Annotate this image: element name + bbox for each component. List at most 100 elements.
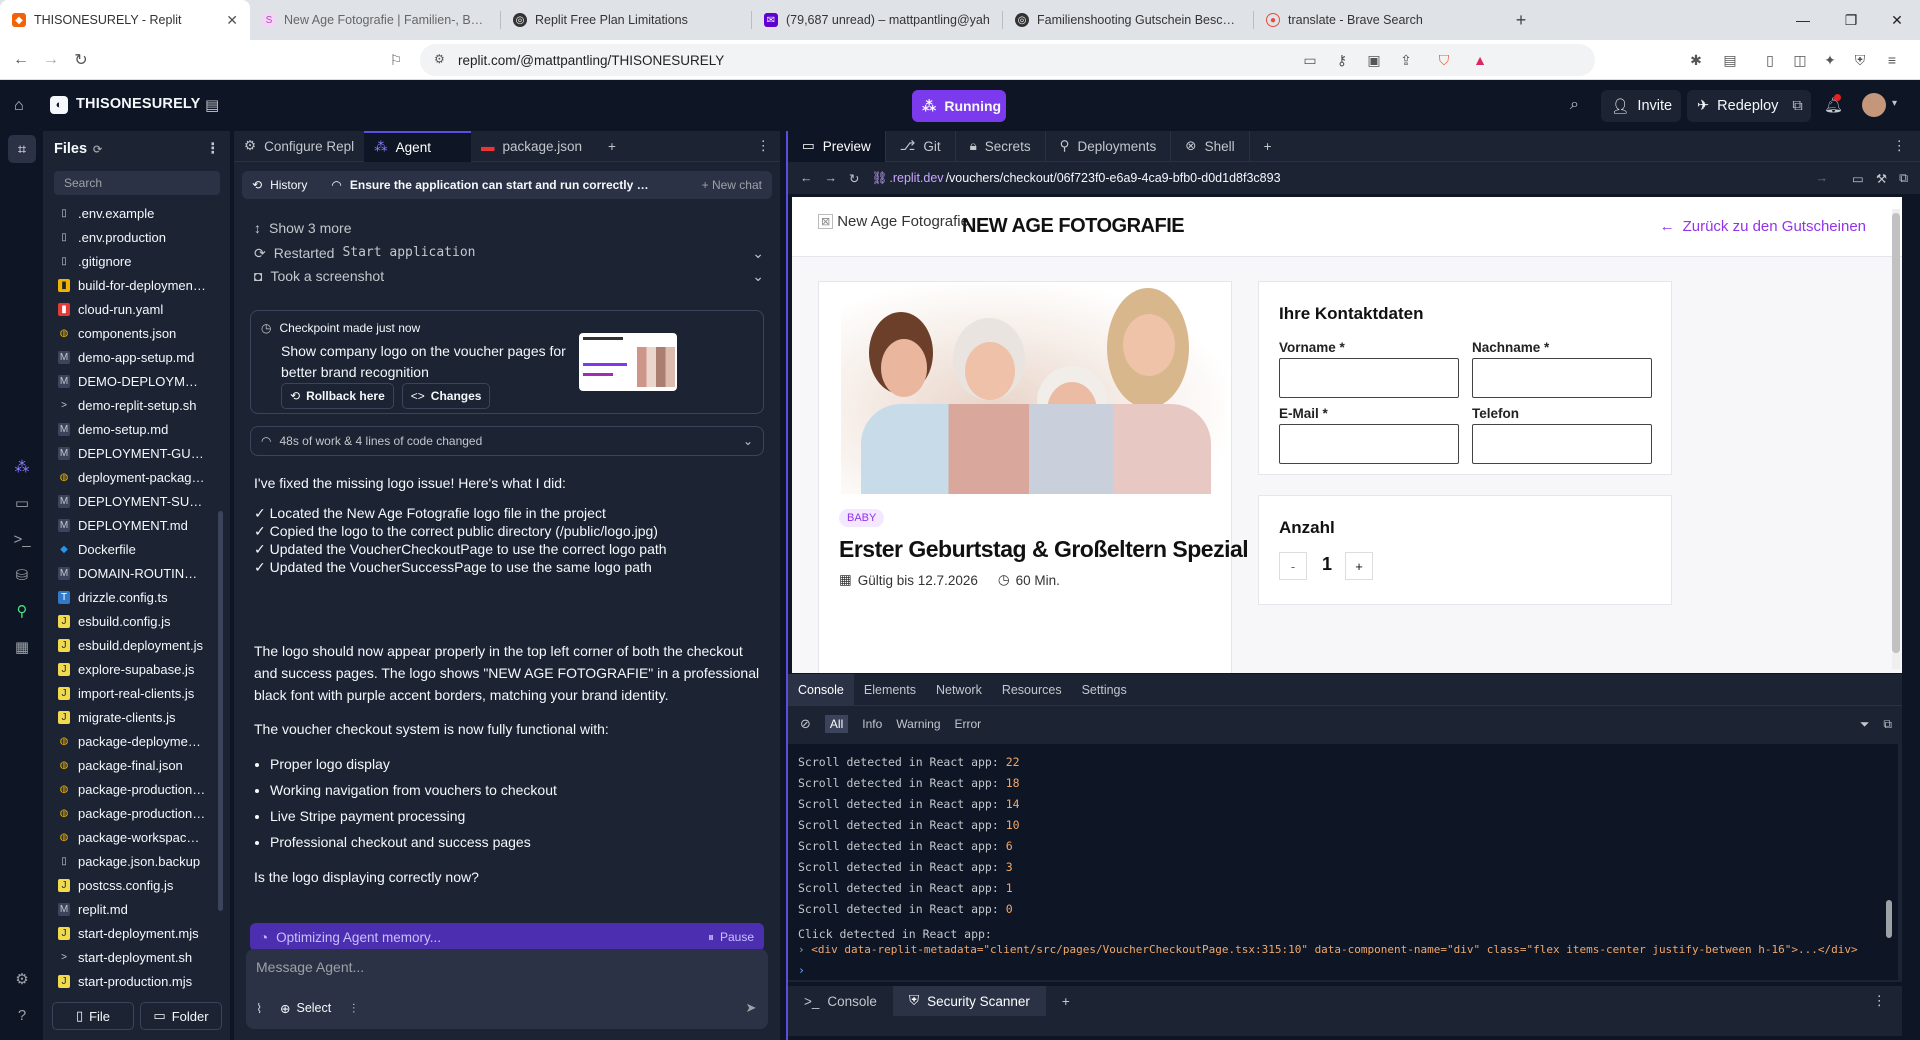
new-tab-button[interactable]: + — [1504, 0, 1538, 40]
file-tree-item[interactable]: ▯ .env.example — [44, 201, 230, 225]
file-tree-item[interactable]: M DOMAIN-ROUTING.md — [44, 561, 230, 585]
forward-icon[interactable]: → — [36, 45, 66, 75]
tab-git[interactable]: ⎇ Git — [886, 130, 956, 162]
file-tree-item[interactable]: ◍ components.json — [44, 321, 230, 345]
device-icon[interactable]: ▭ — [1852, 171, 1864, 186]
file-tree-item[interactable]: Mdemo-app-setup.md — [44, 345, 230, 369]
agent-icon[interactable]: ⁂ — [12, 457, 32, 477]
files-scrollbar[interactable] — [218, 511, 223, 911]
back-icon[interactable]: ← — [800, 171, 813, 185]
minimize-icon[interactable]: — — [1780, 0, 1826, 40]
screenshot-action-row[interactable]: ◘ Took a screenshot ⌄ — [254, 265, 764, 287]
file-tree-item[interactable]: ▯ package.json.backup — [44, 849, 230, 873]
file-tree-item[interactable]: ◍ package-workspace.json — [44, 825, 230, 849]
all-tools-icon[interactable]: ▦ — [12, 637, 32, 657]
checkpoint-screenshot-thumbnail[interactable] — [579, 333, 677, 391]
file-tree-item[interactable]: Tdrizzle.config.ts — [44, 585, 230, 609]
file-tree-item[interactable]: ▮ cloud-run.yaml — [44, 297, 230, 321]
devtools-icon[interactable]: ⚒ — [1876, 171, 1887, 186]
browser-tab[interactable]: ◎ Replit Free Plan Limitations — [501, 0, 751, 40]
browser-tab[interactable]: ◆ THISONESURELY - Replit ✕ — [0, 0, 250, 40]
cast-icon[interactable]: ▣ — [1364, 50, 1384, 70]
file-tree-item[interactable]: > demo-replit-setup.sh — [44, 393, 230, 417]
close-tab-icon[interactable]: ✕ — [226, 12, 238, 29]
reload-icon[interactable]: ↻ — [66, 45, 96, 75]
file-tree-item[interactable]: ▯ .env.production — [44, 225, 230, 249]
quantity-increase-button[interactable]: + — [1345, 552, 1373, 580]
tab-shell[interactable]: ⊗ Shell — [1171, 130, 1250, 162]
reload-icon[interactable]: ↻ — [849, 171, 859, 186]
new-chat-button[interactable]: + New chat — [702, 178, 762, 192]
tab-deployments[interactable]: ⚲ Deployments — [1046, 130, 1172, 162]
forward-icon[interactable]: → — [825, 171, 838, 185]
bottom-tab-security-scanner[interactable]: ⛨ Security Scanner — [892, 986, 1046, 1016]
file-tree-item[interactable]: Jpostcss.config.js — [44, 873, 230, 897]
tab-package-json[interactable]: ▬ package.json — [471, 131, 592, 162]
back-icon[interactable]: ← — [6, 45, 36, 75]
file-tree-item[interactable]: M DEPLOYMENT-SUMMARY.md — [44, 489, 230, 513]
send-icon[interactable]: ➤ — [740, 997, 762, 1019]
site-scrollbar-track[interactable] — [1892, 209, 1900, 669]
devtools-tab-elements[interactable]: Elements — [854, 674, 926, 706]
invite-button[interactable]: 👤︎ Invite — [1601, 90, 1681, 122]
help-icon[interactable]: ? — [12, 1005, 32, 1025]
quantity-decrease-button[interactable]: - — [1279, 552, 1307, 580]
tab-preview[interactable]: ▭ Preview — [788, 130, 886, 162]
devtools-tab-network[interactable]: Network — [926, 674, 992, 706]
open-new-tab-icon[interactable]: ⧉ — [1899, 171, 1908, 186]
file-tree-item[interactable]: ▯ .gitignore — [44, 249, 230, 273]
file-tree-item[interactable]: ◍ package-production.json — [44, 777, 230, 801]
history-icon[interactable]: ⟲ — [252, 178, 262, 192]
filter-warning[interactable]: Warning — [896, 717, 940, 731]
files-panel-icon[interactable]: ⌗ — [8, 135, 36, 163]
phone-field[interactable] — [1472, 424, 1652, 464]
devtools-tab-console[interactable]: Console — [788, 673, 854, 706]
file-tree-item[interactable]: M DEMO-DEPLOYMENT.md — [44, 369, 230, 393]
changes-button[interactable]: <> Changes — [401, 383, 491, 409]
brave-shields-icon[interactable]: ⛉ — [1434, 50, 1454, 70]
file-tree-item[interactable]: ▮ build-for-deployment.sh — [44, 273, 230, 297]
file-tree-item[interactable]: > start-deployment.sh — [44, 945, 230, 969]
preview-icon[interactable]: ▭ — [12, 493, 32, 513]
add-tab-button[interactable]: + — [598, 131, 626, 162]
new-file-button[interactable]: ▯ File — [52, 1002, 134, 1030]
first-name-field[interactable] — [1279, 358, 1459, 398]
file-tree-item[interactable]: Jexplore-supabase.js — [44, 657, 230, 681]
panel-menu-icon[interactable]: ⋮ — [747, 131, 781, 162]
site-info-icon[interactable]: ⚙ — [434, 52, 445, 66]
show-more-button[interactable]: ↕ Show 3 more — [254, 217, 764, 239]
site-scrollbar-thumb[interactable] — [1892, 213, 1900, 653]
menu-icon[interactable]: ≡ — [1882, 50, 1902, 70]
database-icon[interactable]: ⛁ — [12, 565, 32, 585]
filter-icon[interactable]: ⏷ — [1860, 717, 1870, 732]
deploy-panel-icon[interactable]: ⧉ — [1792, 98, 1802, 114]
project-name[interactable]: THISONESURELY — [76, 96, 201, 112]
browser-tab[interactable]: ✉ (79,687 unread) – mattpantling@yah — [752, 0, 1002, 40]
files-search-input[interactable]: Search — [54, 171, 220, 195]
filter-all[interactable]: All — [824, 715, 849, 733]
add-tab-button[interactable]: + — [1046, 986, 1086, 1016]
filter-info[interactable]: Info — [862, 717, 882, 731]
browser-tab[interactable]: ● translate - Brave Search — [1254, 0, 1504, 40]
preview-url-input[interactable]: ⛓ .replit.dev /vouchers/checkout/06f723f… — [871, 167, 1840, 189]
console-element-line[interactable]: › <div data-replit-metadata="client/src/… — [788, 939, 1898, 960]
file-tree-item[interactable]: ◆ Dockerfile — [44, 537, 230, 561]
key-icon[interactable]: ⚷ — [1332, 50, 1352, 70]
tab-secrets[interactable]: 🔒︎ Secrets — [956, 130, 1046, 162]
add-tab-button[interactable]: + — [1250, 131, 1286, 162]
console-prompt[interactable]: › — [788, 960, 1898, 980]
devtools-tab-resources[interactable]: Resources — [992, 674, 1072, 706]
wallet-icon[interactable]: ▤ — [1720, 50, 1740, 70]
close-window-icon[interactable]: ✕ — [1874, 0, 1920, 40]
tab-configure-repl[interactable]: ⚙ Configure Repl — [234, 131, 364, 162]
brave-rewards-icon[interactable]: ▲ — [1470, 50, 1490, 70]
new-folder-button[interactable]: ▭ Folder — [140, 1002, 222, 1030]
chevron-down-icon[interactable]: ▾ — [1892, 98, 1897, 109]
work-summary-row[interactable]: ◠ 48s of work & 4 lines of code changed … — [250, 426, 764, 456]
bottom-tab-console[interactable]: >_ Console — [788, 986, 893, 1016]
last-name-field[interactable] — [1472, 358, 1652, 398]
settings-sliders-icon[interactable]: ⫶ — [352, 1001, 355, 1017]
file-tree-item[interactable]: M DEPLOYMENT.md — [44, 513, 230, 537]
console-scrollbar[interactable] — [1886, 900, 1892, 938]
file-tree-item[interactable]: ◍ package-production.json — [44, 801, 230, 825]
